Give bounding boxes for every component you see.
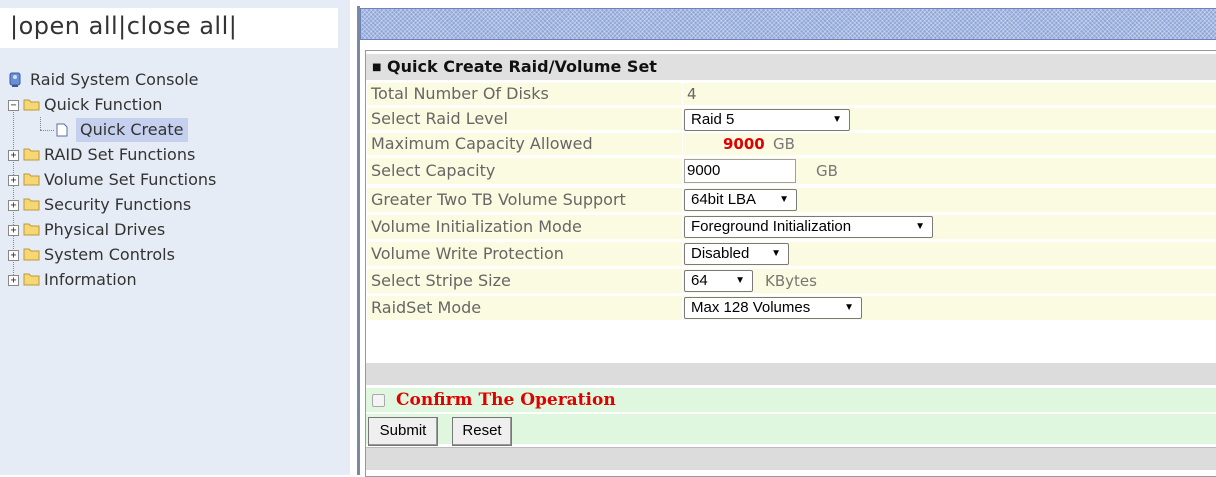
separator-mid: | <box>118 12 127 40</box>
reset-button[interactable]: Reset <box>452 417 512 446</box>
capacity-input[interactable]: 9000 <box>684 159 796 183</box>
field-value-cell: 64bit LBA ▼ <box>682 187 1216 213</box>
row-raid-level: Select Raid Level Raid 5 ▼ <box>366 107 1216 131</box>
expand-icon[interactable]: + <box>8 275 19 286</box>
dropdown-arrow-icon: ▼ <box>915 221 925 232</box>
two-tb-support-select[interactable]: 64bit LBA ▼ <box>684 189 797 211</box>
separator-left: | <box>10 12 19 40</box>
two-tb-support-selected: 64bit LBA <box>691 191 757 208</box>
expand-icon[interactable]: + <box>8 250 19 261</box>
field-label: Total Number Of Disks <box>366 82 683 106</box>
form-title: Quick Create Raid/Volume Set <box>387 57 657 76</box>
field-value-cell: Max 128 Volumes ▼ <box>682 295 1216 321</box>
header-band <box>360 8 1216 40</box>
field-value-cell: 4 <box>682 82 1216 106</box>
expand-icon[interactable]: + <box>8 225 19 236</box>
field-label: Select Raid Level <box>366 107 683 131</box>
field-label: Greater Two TB Volume Support <box>366 187 683 213</box>
field-label: Select Capacity <box>366 157 683 185</box>
quick-create-form: ■ Quick Create Raid/Volume Set Total Num… <box>365 50 1216 477</box>
open-close-links: |open all|close all| <box>10 12 237 40</box>
raidset-mode-select[interactable]: Max 128 Volumes ▼ <box>684 297 862 319</box>
field-value-cell: Disabled ▼ <box>682 241 1216 267</box>
write-protection-select[interactable]: Disabled ▼ <box>684 243 789 265</box>
field-value-cell: Raid 5 ▼ <box>682 107 1216 131</box>
max-capacity-unit: GB <box>773 135 795 153</box>
tree-item-label[interactable]: RAID Set Functions <box>44 143 195 167</box>
form-title-bar: ■ Quick Create Raid/Volume Set <box>366 54 1216 80</box>
max-capacity-value: 9000 <box>723 135 765 153</box>
row-greater-two-tb: Greater Two TB Volume Support 64bit LBA … <box>366 187 1216 213</box>
row-select-capacity: Select Capacity 9000 GB <box>366 157 1216 185</box>
separator-right: | <box>228 12 238 40</box>
tree-connector-line <box>40 130 54 131</box>
folder-icon <box>23 273 40 286</box>
field-label: Volume Write Protection <box>366 241 683 267</box>
confirm-label: Confirm The Operation <box>396 390 616 410</box>
confirm-row: Confirm The Operation <box>366 388 1216 412</box>
tree-item-label[interactable]: Volume Set Functions <box>44 168 216 192</box>
folder-icon <box>23 148 40 161</box>
raid-level-select[interactable]: Raid 5 ▼ <box>684 109 850 131</box>
init-mode-selected: Foreground Initialization <box>691 218 852 235</box>
expand-icon[interactable]: + <box>8 175 19 186</box>
divider-band <box>366 363 1216 385</box>
button-row: Submit Reset <box>366 414 1216 446</box>
capacity-unit: GB <box>816 162 838 180</box>
row-total-disks: Total Number Of Disks 4 <box>366 82 1216 106</box>
tree-item-label[interactable]: Quick Create <box>76 118 188 142</box>
stripe-size-select[interactable]: 64 ▼ <box>684 270 753 292</box>
field-label: RaidSet Mode <box>366 295 683 321</box>
field-label: Maximum Capacity Allowed <box>366 132 683 156</box>
open-close-bar: |open all|close all| <box>0 8 338 48</box>
field-value-cell: 64 ▼ KBytes <box>682 268 1216 294</box>
folder-icon <box>23 173 40 186</box>
row-stripe-size: Select Stripe Size 64 ▼ KBytes <box>366 268 1216 294</box>
dropdown-arrow-icon: ▼ <box>735 275 745 286</box>
tree-item-label[interactable]: Quick Function <box>44 93 162 117</box>
stripe-size-selected: 64 <box>691 272 708 289</box>
bullet-icon: ■ <box>372 61 382 73</box>
stripe-size-unit: KBytes <box>765 272 817 290</box>
dropdown-arrow-icon: ▼ <box>844 302 854 313</box>
open-all-link[interactable]: open all <box>19 12 119 40</box>
dropdown-arrow-icon: ▼ <box>779 194 789 205</box>
folder-icon <box>23 248 40 261</box>
expand-icon[interactable]: + <box>8 150 19 161</box>
footer-band <box>366 447 1216 470</box>
dropdown-arrow-icon: ▼ <box>832 114 842 125</box>
folder-icon <box>23 223 40 236</box>
collapse-icon[interactable]: − <box>8 100 19 111</box>
write-protection-selected: Disabled <box>691 245 750 262</box>
row-init-mode: Volume Initialization Mode Foreground In… <box>366 214 1216 240</box>
tree-item-label[interactable]: Security Functions <box>44 193 191 217</box>
navigation-tree-panel: |open all|close all| Raid System Console… <box>0 0 350 475</box>
field-value-cell: 9000 GB <box>682 132 1216 156</box>
row-write-protection: Volume Write Protection Disabled ▼ <box>366 241 1216 267</box>
row-max-capacity: Maximum Capacity Allowed 9000 GB <box>366 132 1216 156</box>
tree-root-label[interactable]: Raid System Console <box>30 68 199 92</box>
confirm-checkbox[interactable] <box>372 394 385 407</box>
submit-button[interactable]: Submit <box>368 417 438 446</box>
total-disks-value: 4 <box>687 85 697 103</box>
field-label: Volume Initialization Mode <box>366 214 683 240</box>
row-raidset-mode: RaidSet Mode Max 128 Volumes ▼ <box>366 295 1216 321</box>
document-icon <box>56 123 68 137</box>
raid-console-icon <box>9 72 21 87</box>
field-label: Select Stripe Size <box>366 268 683 294</box>
expand-icon[interactable]: + <box>8 200 19 211</box>
field-value-cell: Foreground Initialization ▼ <box>682 214 1216 240</box>
folder-icon <box>23 198 40 211</box>
field-value-cell: 9000 GB <box>682 157 1216 185</box>
tree-item-label[interactable]: Physical Drives <box>44 218 165 242</box>
tree-connector-line <box>40 117 41 130</box>
close-all-link[interactable]: close all <box>127 12 229 40</box>
folder-open-icon <box>23 99 40 111</box>
tree-item-label[interactable]: System Controls <box>44 243 175 267</box>
init-mode-select[interactable]: Foreground Initialization ▼ <box>684 216 933 238</box>
raid-level-selected: Raid 5 <box>691 111 735 128</box>
dropdown-arrow-icon: ▼ <box>771 248 781 259</box>
raidset-mode-selected: Max 128 Volumes <box>691 299 811 316</box>
tree-item-label[interactable]: Information <box>44 268 137 292</box>
